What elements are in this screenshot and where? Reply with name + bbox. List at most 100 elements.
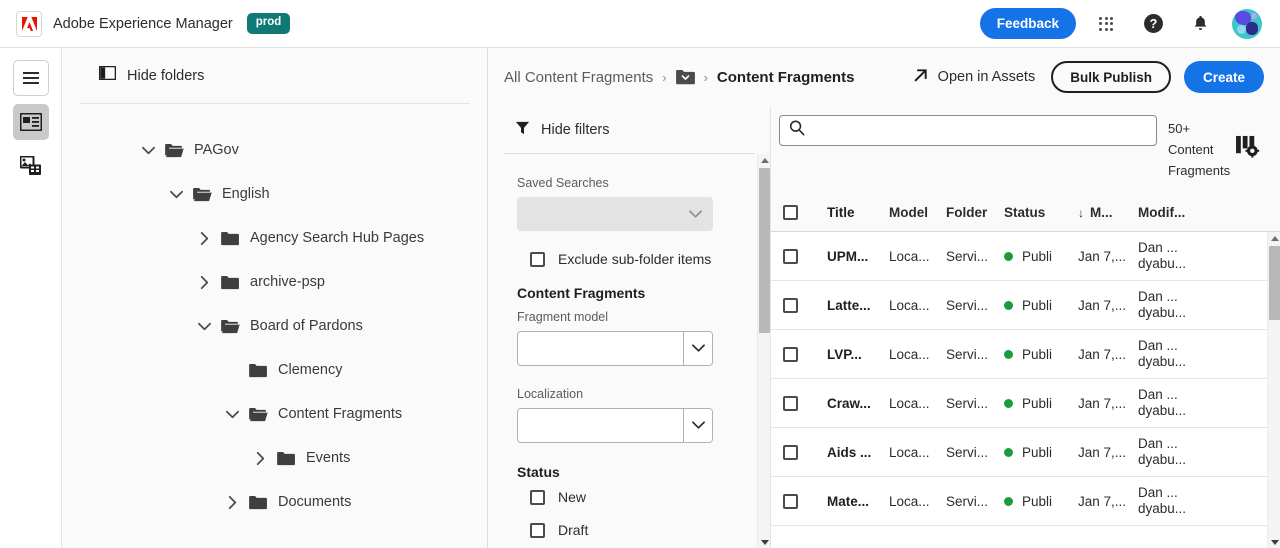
breadcrumb-root[interactable]: All Content Fragments xyxy=(504,69,653,86)
folder-dropdown-icon[interactable] xyxy=(675,69,695,85)
chevron-down-icon[interactable] xyxy=(168,186,184,202)
adobe-logo-icon[interactable] xyxy=(16,10,42,37)
status-checkbox-new[interactable] xyxy=(530,489,545,505)
column-header-folder[interactable]: Folder xyxy=(946,205,1004,220)
status-section-title: Status xyxy=(517,464,560,480)
column-header-model[interactable]: Model xyxy=(889,205,946,220)
row-checkbox[interactable] xyxy=(783,248,827,264)
tree-item-english[interactable]: English xyxy=(62,172,487,216)
cell-modified: Jan 7,... xyxy=(1078,248,1127,264)
chevron-right-icon[interactable] xyxy=(196,230,212,246)
cell-title[interactable]: UPM... xyxy=(827,249,889,264)
table-header-row: Title Model Folder Status ↓ M... Modif... xyxy=(771,194,1280,232)
user-avatar[interactable] xyxy=(1230,7,1264,41)
fragment-model-input[interactable] xyxy=(518,332,684,365)
chevron-down-icon[interactable] xyxy=(140,142,156,158)
tree-item-label: Clemency xyxy=(278,362,343,378)
row-checkbox[interactable] xyxy=(783,346,827,362)
tree-item-clemency[interactable]: Clemency xyxy=(62,348,487,392)
cell-status: Publi xyxy=(1004,396,1078,411)
tree-item-pagov[interactable]: PAGov xyxy=(62,128,487,172)
row-checkbox-box[interactable] xyxy=(783,346,798,362)
exclude-subfolder-checkbox[interactable] xyxy=(530,251,545,267)
row-checkbox[interactable] xyxy=(783,444,827,460)
create-button[interactable]: Create xyxy=(1183,61,1264,93)
help-icon[interactable]: ? xyxy=(1136,7,1170,41)
tree-item-content-fragments[interactable]: Content Fragments xyxy=(62,392,487,436)
table-scroll-thumb[interactable] xyxy=(1269,246,1280,320)
table-row[interactable]: Latte... Loca... Servi... Publi Jan 7,... Dan… xyxy=(771,281,1280,330)
row-checkbox-box[interactable] xyxy=(783,395,798,411)
fragment-model-chevron-down-icon[interactable] xyxy=(683,332,712,365)
search-box[interactable] xyxy=(779,115,1157,146)
table-row[interactable]: Craw... Loca... Servi... Publi Jan 7,... Dan … xyxy=(771,379,1280,428)
breadcrumb-current: Content Fragments xyxy=(716,68,855,86)
localization-chevron-down-icon[interactable] xyxy=(683,409,712,442)
fragment-model-combobox[interactable] xyxy=(517,331,713,366)
filters-scroll-thumb[interactable] xyxy=(759,168,770,333)
hamburger-menu-icon[interactable] xyxy=(12,60,49,96)
assets-icon[interactable] xyxy=(13,148,49,184)
row-checkbox-box[interactable] xyxy=(783,493,798,509)
column-header-status[interactable]: Status xyxy=(1004,205,1078,220)
app-grid-icon[interactable] xyxy=(1089,7,1123,41)
row-checkbox[interactable] xyxy=(783,493,827,509)
cell-title[interactable]: LVP... xyxy=(827,347,889,362)
chevron-right-icon[interactable] xyxy=(196,274,212,290)
exclude-subfolder-checkbox-row[interactable]: Exclude sub-folder items xyxy=(517,251,746,267)
cell-title[interactable]: Latte... xyxy=(827,298,889,313)
feedback-button[interactable]: Feedback xyxy=(979,8,1076,39)
sort-descending-icon: ↓ xyxy=(1078,206,1084,220)
row-checkbox-box[interactable] xyxy=(783,444,798,460)
tree-item-documents[interactable]: Documents xyxy=(62,480,487,524)
filters-scroll-down-icon[interactable] xyxy=(758,536,771,548)
chevron-down-icon[interactable] xyxy=(196,318,212,334)
bulk-publish-button[interactable]: Bulk Publish xyxy=(1051,61,1171,93)
column-header-modified-by[interactable]: Modif... xyxy=(1138,205,1280,221)
localization-combobox[interactable] xyxy=(517,408,713,443)
column-settings-icon[interactable] xyxy=(1236,135,1261,163)
table-row[interactable]: Aids ... Loca... Servi... Publi Jan 7,... Dan… xyxy=(771,428,1280,477)
chevron-down-icon[interactable] xyxy=(224,406,240,422)
status-option-draft[interactable]: Draft xyxy=(517,522,746,538)
filters-scroll-up-icon[interactable] xyxy=(758,154,771,166)
table-row[interactable]: UPM... Loca... Servi... Publi Jan 7,... Dan .… xyxy=(771,232,1280,281)
bell-icon[interactable] xyxy=(1183,7,1217,41)
row-checkbox[interactable] xyxy=(783,395,827,411)
localization-input[interactable] xyxy=(518,409,684,442)
column-header-modified[interactable]: ↓ M... xyxy=(1078,205,1138,220)
cell-title[interactable]: Craw... xyxy=(827,396,889,411)
tree-item-agency-search-hub-pages[interactable]: Agency Search Hub Pages xyxy=(62,216,487,260)
filters-scrollbar[interactable] xyxy=(757,154,770,548)
status-checkbox-draft[interactable] xyxy=(530,522,545,538)
table-scroll-up-icon[interactable] xyxy=(1268,232,1280,244)
cell-title[interactable]: Aids ... xyxy=(827,445,889,460)
tree-item-events[interactable]: Events xyxy=(62,436,487,480)
table-scroll-down-icon[interactable] xyxy=(1268,536,1280,548)
cell-status-label: Publi xyxy=(1022,297,1053,313)
tree-item-archive-psp[interactable]: archive-psp xyxy=(62,260,487,304)
row-checkbox-box[interactable] xyxy=(783,297,798,313)
tree-item-board-of-pardons[interactable]: Board of Pardons xyxy=(62,304,487,348)
content-fragments-icon[interactable] xyxy=(12,104,49,140)
row-checkbox-box[interactable] xyxy=(783,248,798,264)
saved-searches-select[interactable] xyxy=(517,197,713,231)
table-body: UPM... Loca... Servi... Publi Jan 7,... Dan .… xyxy=(771,232,1280,548)
column-header-title[interactable]: Title xyxy=(827,205,889,220)
open-in-assets-button[interactable]: Open in Assets xyxy=(903,67,1035,88)
cell-folder: Servi... xyxy=(946,395,989,411)
row-checkbox[interactable] xyxy=(783,297,827,313)
hide-filters-button[interactable]: Hide filters xyxy=(488,106,770,153)
chevron-right-icon[interactable] xyxy=(224,494,240,510)
cell-title[interactable]: Mate... xyxy=(827,494,889,509)
table-scrollbar[interactable] xyxy=(1267,232,1280,548)
chevron-right-icon[interactable] xyxy=(252,450,268,466)
status-option-new[interactable]: New xyxy=(517,489,746,505)
search-input[interactable] xyxy=(813,123,1147,138)
cell-modified-by-user: dyabu... xyxy=(1138,256,1187,271)
table-row[interactable]: LVP... Loca... Servi... Publi Jan 7,... Dan .… xyxy=(771,330,1280,379)
table-row[interactable]: Mate... Loca... Servi... Publi Jan 7,... Dan … xyxy=(771,477,1280,526)
cell-modified-by: Dan ... dyabu... xyxy=(1138,485,1280,517)
hide-folders-button[interactable]: Hide folders xyxy=(98,65,204,85)
select-all-checkbox[interactable] xyxy=(783,205,827,220)
